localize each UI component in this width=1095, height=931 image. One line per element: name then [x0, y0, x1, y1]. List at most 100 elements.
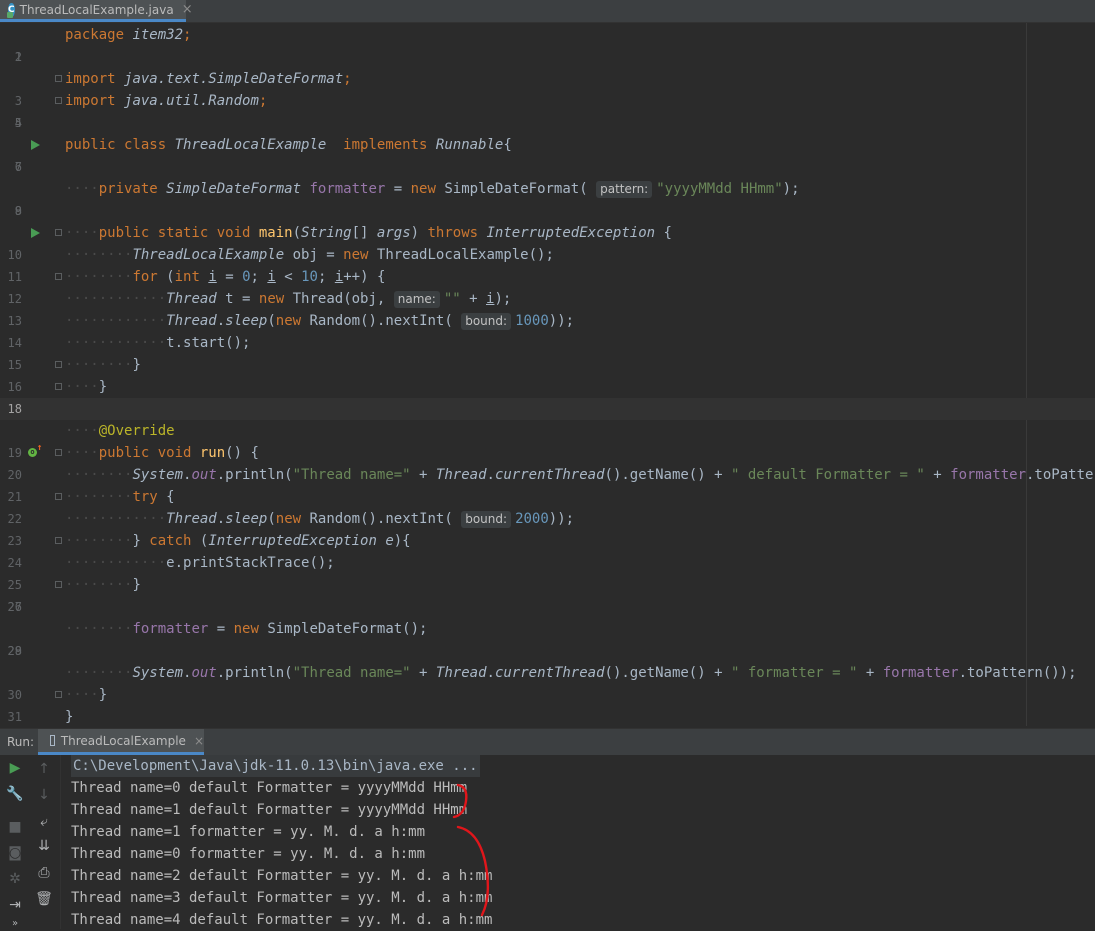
rerun-icon[interactable]: ▶	[5, 760, 25, 776]
keyword: new	[275, 511, 302, 527]
brace: }	[132, 577, 141, 593]
punct: ;	[250, 269, 268, 285]
brace: }	[132, 357, 141, 373]
keyword: new	[410, 181, 436, 197]
line-number: 9	[14, 204, 22, 218]
wrench-icon[interactable]: 🔧	[5, 786, 25, 802]
operator: +	[460, 291, 486, 307]
operator: =	[216, 269, 243, 285]
param-name: e	[376, 533, 394, 549]
fold-icon[interactable]	[55, 273, 62, 280]
code-line[interactable]: 8 ····private SimpleDateFormat formatter…	[0, 178, 1095, 218]
fold-icon[interactable]	[55, 361, 62, 368]
method-call: Random().nextInt(	[301, 511, 453, 527]
close-icon[interactable]: ×	[182, 2, 193, 17]
fold-icon[interactable]	[55, 229, 62, 236]
static-method: sleep	[225, 313, 268, 329]
keyword: new	[343, 247, 369, 263]
code-line[interactable]: 19 ····@Override	[0, 420, 1095, 460]
run-gutter-icon[interactable]	[31, 228, 40, 238]
string-literal: " formatter = "	[730, 665, 858, 681]
method-call: ().getName()	[604, 665, 706, 681]
fold-icon[interactable]	[55, 537, 62, 544]
code-line[interactable]: 28 ········formatter = new SimpleDateFor…	[0, 618, 1095, 658]
code-line[interactable]: 32 }	[0, 706, 1095, 726]
keyword: import	[65, 71, 116, 87]
fold-icon[interactable]	[55, 75, 62, 82]
scroll-to-end-icon[interactable]: ⇊	[34, 838, 54, 854]
run-tab-label: ThreadLocalExample	[60, 733, 186, 748]
code-line[interactable]: 13 ············Thread t = new Thread(obj…	[0, 288, 1095, 328]
code-line[interactable]: 10 ····public static void main(String[] …	[0, 222, 1095, 262]
camera-icon[interactable]: ◙	[5, 845, 25, 861]
code-line[interactable]: 7	[0, 156, 1095, 178]
exception-type: InterruptedException	[486, 225, 656, 241]
code-line[interactable]: 11 ········ThreadLocalExample obj = new …	[0, 244, 1095, 284]
code-line[interactable]: 12 ········for (int i = 0; i < 10; i++) …	[0, 266, 1095, 306]
run-toolbar: ▶ ↑ 🔧 ↓ ⤶ ■ ⇊ ◙ ⎙ ✲ 🗑 ⇥ »	[0, 755, 61, 929]
fold-icon[interactable]	[55, 449, 62, 456]
close-icon[interactable]: ×	[194, 734, 204, 748]
code-line[interactable]: 26 ········}	[0, 574, 1095, 614]
code-editor[interactable]: 1 package item32; 2 3 import java.text.S…	[0, 23, 1095, 726]
code-line[interactable]: 5	[0, 112, 1095, 134]
annotation: @Override	[98, 423, 175, 439]
print-icon[interactable]: ⎙	[34, 865, 54, 881]
code-line[interactable]: 6 public class ThreadLocalExample implem…	[0, 134, 1095, 174]
code-line[interactable]: 3 import java.text.SimpleDateFormat;	[0, 68, 1095, 108]
trash-icon[interactable]: 🗑	[34, 891, 54, 907]
code-line[interactable]: 2	[0, 46, 1095, 68]
code-line[interactable]: 24 ········} catch (InterruptedException…	[0, 530, 1095, 570]
code-line[interactable]: 17 ····}	[0, 376, 1095, 416]
down-arrow-icon[interactable]: ↓	[34, 787, 54, 803]
code-line[interactable]: 22 ········try {	[0, 486, 1095, 526]
fold-icon[interactable]	[55, 97, 62, 104]
method-call: Random().nextInt(	[301, 313, 453, 329]
code-line[interactable]: 9	[0, 200, 1095, 222]
run-console[interactable]: ▶ ↑ 🔧 ↓ ⤶ ■ ⇊ ◙ ⎙ ✲ 🗑 ⇥ » C:\Development…	[0, 755, 1095, 929]
up-arrow-icon[interactable]: ↑	[34, 761, 54, 777]
punct: (	[267, 511, 276, 527]
code-line[interactable]: 4 import java.util.Random;	[0, 90, 1095, 130]
more-icon[interactable]: »	[5, 918, 25, 929]
punct: ){	[393, 533, 411, 549]
code-line[interactable]: 30 ········System.out.println("Thread na…	[0, 662, 1095, 702]
run-tab[interactable]: ThreadLocalExample ×	[38, 729, 204, 755]
code-line-current[interactable]: 18	[0, 398, 1095, 420]
exit-icon[interactable]: ⇥	[5, 897, 25, 913]
code-line[interactable]: 25 ············e.printStackTrace();	[0, 552, 1095, 592]
fold-icon[interactable]	[55, 383, 62, 390]
editor-tab[interactable]: C ThreadLocalExample.java ×	[0, 0, 193, 22]
method-call: .toPattern());	[1026, 467, 1095, 483]
fold-icon[interactable]	[55, 691, 62, 698]
code-line[interactable]: 29	[0, 640, 1095, 662]
code-line[interactable]: 16 ········}	[0, 354, 1095, 394]
code-line[interactable]: 27	[0, 596, 1095, 618]
method-name: run	[191, 445, 226, 461]
punct: ++) {	[343, 269, 386, 285]
number-literal: 2000	[515, 511, 549, 527]
code-line[interactable]: 20 o ····public void run() {	[0, 442, 1095, 482]
fold-icon[interactable]	[55, 493, 62, 500]
string-literal: " default Formatter = "	[730, 467, 925, 483]
run-gutter-icon[interactable]	[31, 140, 40, 150]
code-line[interactable]: 1 package item32;	[0, 24, 1095, 64]
code-line[interactable]: 31 ····}	[0, 684, 1095, 724]
code-line[interactable]: 21 ········System.out.println("Thread na…	[0, 464, 1095, 504]
punct: .	[486, 467, 495, 483]
code-line[interactable]: 23 ············Thread.sleep(new Random()…	[0, 508, 1095, 548]
static-method: currentThread	[494, 467, 605, 483]
soft-wrap-icon[interactable]: ⤶	[34, 814, 54, 830]
override-gutter-icon[interactable]: o	[28, 444, 42, 457]
stop-icon[interactable]: ■	[5, 819, 25, 835]
class-ref: Thread	[435, 467, 487, 483]
method-call: .start();	[174, 335, 251, 351]
line-number: 27	[7, 600, 22, 614]
fold-icon[interactable]	[55, 581, 62, 588]
line-number: 2	[14, 50, 22, 64]
code-line[interactable]: 15 ············t.start();	[0, 332, 1095, 372]
string-literal: "Thread name="	[292, 467, 411, 483]
settings-icon[interactable]: ✲	[5, 871, 25, 887]
code-line[interactable]: 14 ············Thread.sleep(new Random()…	[0, 310, 1095, 350]
console-output-line: Thread name=0 formatter = yy. M. d. a h:…	[71, 846, 426, 862]
